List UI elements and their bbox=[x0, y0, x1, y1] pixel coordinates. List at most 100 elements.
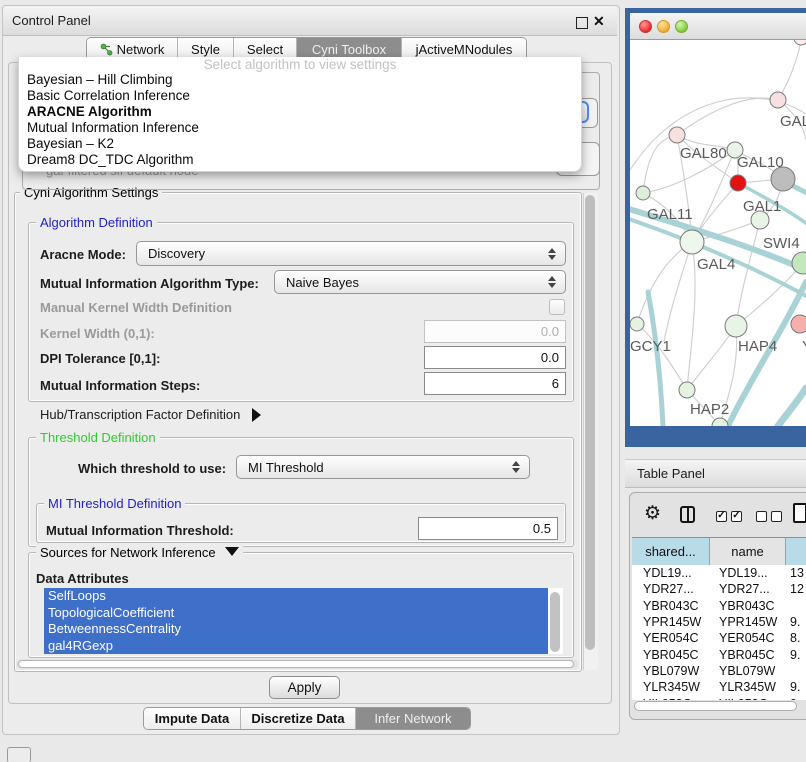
minimized-panel-icon[interactable] bbox=[7, 747, 31, 762]
column-header-shared-name[interactable]: shared... bbox=[632, 538, 710, 565]
list-scrollbar-thumb[interactable] bbox=[550, 592, 560, 652]
dropdown-item[interactable]: Bayesian – K2 bbox=[19, 136, 581, 152]
algorithm-dropdown-overlay: Select algorithm to view settings Bayesi… bbox=[18, 57, 582, 172]
table-row[interactable]: YBR043C YBR043C bbox=[632, 598, 806, 614]
node-label: HAP4 bbox=[738, 338, 777, 355]
manual-kernel-checkbox[interactable] bbox=[549, 299, 565, 315]
network-node-labels: GAL GAL80 GAL10 GAL1 GAL11 GAL4 SWI4 GCY… bbox=[630, 113, 806, 418]
mi-type-label: Mutual Information Algorithm Type: bbox=[40, 276, 259, 291]
hub-definition-expander[interactable]: Hub/Transcription Factor Definition bbox=[40, 407, 261, 422]
node-label: GCY1 bbox=[630, 338, 671, 355]
control-panel-titlebar bbox=[3, 6, 617, 36]
document-icon[interactable] bbox=[793, 503, 806, 523]
close-traffic-light[interactable] bbox=[639, 20, 652, 33]
node-hap2[interactable] bbox=[679, 382, 695, 398]
dropdown-item-selected[interactable]: ARACNE Algorithm bbox=[19, 104, 581, 120]
node-label: GAL4 bbox=[697, 256, 735, 273]
tab-infer-network[interactable]: Infer Network bbox=[356, 708, 470, 729]
table-settings-gear-icon[interactable]: ⚙ bbox=[644, 503, 661, 525]
mi-steps-input[interactable]: 6 bbox=[424, 372, 566, 395]
node-pink[interactable] bbox=[791, 315, 806, 333]
table-rows: YDL19... YDL19... 13 YDR27... YDR27... 1… bbox=[632, 565, 806, 700]
kernel-width-input[interactable]: 0.0 bbox=[424, 320, 566, 343]
node-gal4[interactable] bbox=[680, 230, 704, 254]
network-icon bbox=[100, 43, 113, 56]
checked-checkbox-icon[interactable]: ✓ bbox=[731, 511, 742, 522]
tab-network-label: Network bbox=[117, 42, 165, 57]
unchecked-checkbox-icon[interactable] bbox=[756, 511, 767, 522]
list-item[interactable]: SelfLoops bbox=[44, 588, 548, 605]
mi-type-value: Naive Bayes bbox=[286, 275, 544, 290]
table-row[interactable]: YDL19... YDL19... 13 bbox=[632, 565, 806, 581]
table-row[interactable]: YDR27... YDR27... 12 bbox=[632, 581, 806, 597]
list-item[interactable]: gal4RGexp bbox=[44, 638, 548, 655]
settings-scrollbar-thumb[interactable] bbox=[585, 195, 595, 650]
sources-group-title[interactable]: Sources for Network Inference bbox=[36, 545, 243, 560]
table-row[interactable]: YBL079W YBL079W bbox=[632, 663, 806, 679]
node-label: HAP2 bbox=[690, 401, 729, 418]
dropdown-item[interactable]: Bayesian – Hill Climbing bbox=[19, 72, 581, 88]
dropdown-item[interactable]: Dream8 DC_TDC Algorithm bbox=[19, 152, 581, 168]
dropdown-item[interactable]: Basic Correlation Inference bbox=[19, 88, 581, 104]
list-item[interactable]: BetweennessCentrality bbox=[44, 621, 548, 638]
column-header-partial[interactable] bbox=[786, 538, 806, 565]
node-label: SWI4 bbox=[763, 235, 800, 252]
node-gcy1[interactable] bbox=[630, 317, 644, 331]
table-row[interactable]: YIL053C YIL053C 9. bbox=[632, 695, 806, 700]
dpi-tolerance-label: DPI Tolerance [0,1]: bbox=[40, 351, 160, 366]
control-panel-title: Control Panel bbox=[12, 13, 91, 28]
table-row[interactable]: YPR145W YPR145W 9. bbox=[632, 614, 806, 630]
float-icon[interactable] bbox=[576, 17, 588, 29]
mi-type-select[interactable]: Naive Bayes bbox=[274, 270, 566, 294]
network-view-window: GAL GAL80 GAL10 GAL1 GAL11 GAL4 SWI4 GCY… bbox=[625, 8, 806, 447]
node[interactable] bbox=[794, 40, 806, 45]
node-gal11[interactable] bbox=[636, 186, 650, 200]
kernel-width-label: Kernel Width (0,1): bbox=[40, 326, 155, 341]
node-selected-red[interactable] bbox=[730, 175, 746, 191]
spinner-arrows-icon bbox=[544, 276, 560, 288]
list-item[interactable]: TopologicalCoefficient bbox=[44, 605, 548, 622]
node-label: Y bbox=[802, 338, 806, 355]
node-label: GAL10 bbox=[737, 154, 784, 171]
node-swi4[interactable] bbox=[792, 252, 806, 274]
table-row[interactable]: YBR045C YBR045C 9. bbox=[632, 646, 806, 662]
spinner-arrows-icon bbox=[544, 248, 560, 260]
node-hap4[interactable] bbox=[725, 315, 747, 337]
mi-steps-label: Mutual Information Steps: bbox=[40, 378, 200, 393]
dropdown-item[interactable]: Mutual Information Inference bbox=[19, 120, 581, 136]
table-row[interactable]: YLR345W YLR345W 9. bbox=[632, 679, 806, 695]
table-hscrollbar-thumb[interactable] bbox=[634, 701, 797, 711]
table-row[interactable]: YER054C YER054C 8. bbox=[632, 630, 806, 646]
tab-impute-data[interactable]: Impute Data bbox=[144, 708, 241, 729]
column-header-name[interactable]: name bbox=[710, 538, 786, 565]
close-icon[interactable]: ✕ bbox=[593, 13, 605, 30]
aracne-mode-value: Discovery bbox=[148, 246, 544, 261]
node-gal2[interactable] bbox=[770, 92, 786, 108]
unchecked-checkbox-icon[interactable] bbox=[771, 511, 782, 522]
mi-threshold-group-title: MI Threshold Definition bbox=[44, 496, 185, 511]
which-threshold-value: MI Threshold bbox=[248, 460, 508, 475]
zoom-traffic-light[interactable] bbox=[675, 20, 688, 33]
node-label: GAL11 bbox=[647, 206, 693, 223]
expander-down-icon bbox=[225, 547, 239, 556]
apply-button[interactable]: Apply bbox=[269, 676, 340, 699]
mi-threshold-input[interactable]: 0.5 bbox=[418, 517, 558, 540]
tab-discretize-data[interactable]: Discretize Data bbox=[241, 708, 356, 729]
network-canvas[interactable]: GAL GAL80 GAL10 GAL1 GAL11 GAL4 SWI4 GCY… bbox=[630, 40, 806, 426]
app-root: Control Panel ✕ Network Style Select Cyn… bbox=[0, 0, 806, 762]
settings-hscrollbar-thumb[interactable] bbox=[18, 660, 574, 668]
table-header: shared... name bbox=[632, 537, 806, 566]
column-layout-icon[interactable] bbox=[680, 506, 695, 523]
dpi-tolerance-input[interactable]: 0.0 bbox=[424, 346, 566, 369]
manual-kernel-label: Manual Kernel Width Definition bbox=[40, 300, 232, 315]
checked-checkbox-icon[interactable]: ✓ bbox=[716, 511, 727, 522]
which-threshold-label: Which threshold to use: bbox=[78, 461, 226, 476]
algorithm-definition-title: Algorithm Definition bbox=[36, 215, 157, 230]
minimize-traffic-light[interactable] bbox=[657, 20, 670, 33]
data-attributes-label: Data Attributes bbox=[36, 571, 129, 586]
node-gal80[interactable] bbox=[669, 127, 685, 143]
node-label: GAL80 bbox=[680, 145, 727, 162]
threshold-definition-title: Threshold Definition bbox=[36, 430, 160, 445]
aracne-mode-select[interactable]: Discovery bbox=[136, 241, 566, 266]
which-threshold-select[interactable]: MI Threshold bbox=[236, 455, 530, 479]
